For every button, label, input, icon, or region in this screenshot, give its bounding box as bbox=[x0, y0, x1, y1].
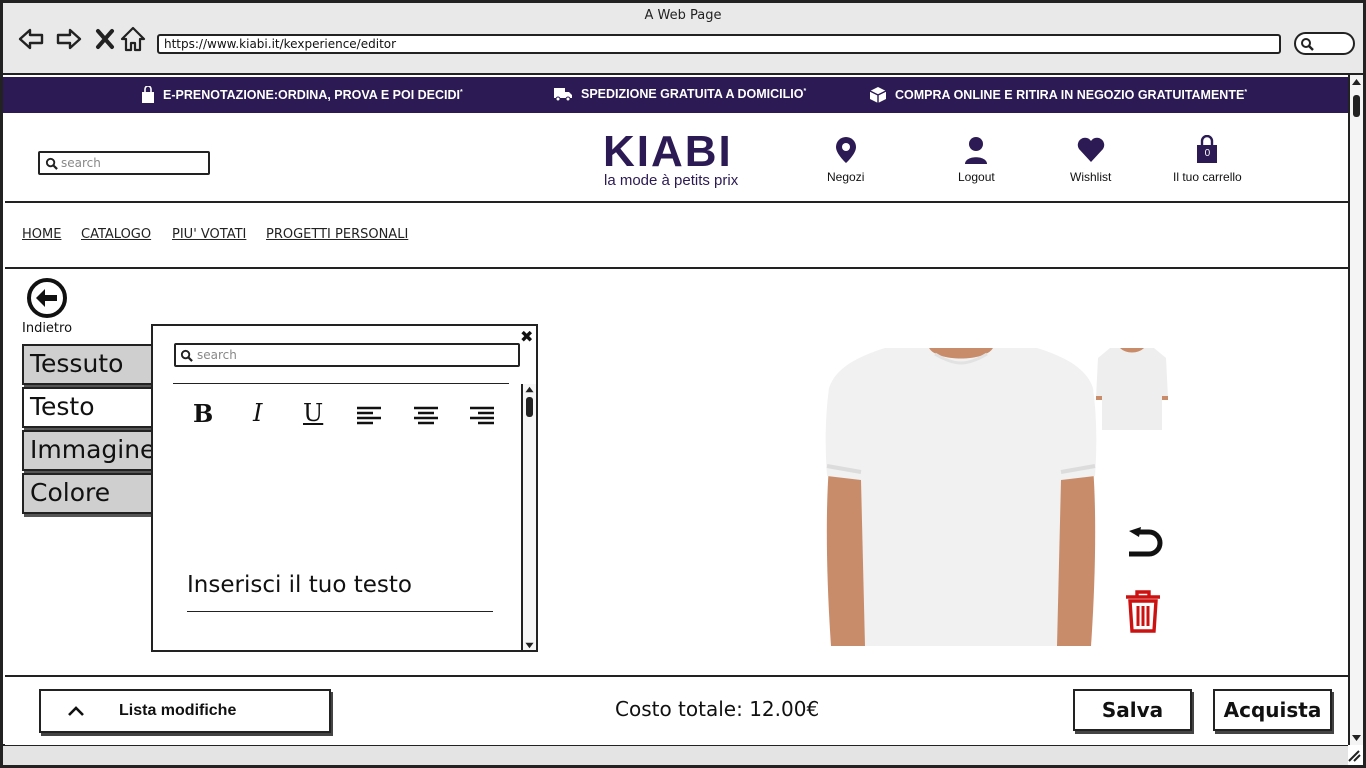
promo-banner: E-PRENOTAZIONE:ORDINA, PROVA E POI DECID… bbox=[3, 77, 1348, 113]
undo-icon[interactable] bbox=[1123, 523, 1167, 567]
modifications-list-button[interactable]: Lista modifiche bbox=[39, 689, 331, 733]
resize-grip-icon[interactable] bbox=[1345, 747, 1363, 763]
total-cost: Costo totale: 12.00€ bbox=[615, 697, 820, 721]
tab-fabric[interactable]: Tessuto bbox=[22, 344, 162, 385]
nav-catalog[interactable]: CATALOGO bbox=[81, 227, 151, 242]
cart-link[interactable]: 0 Il tuo carrello bbox=[1173, 134, 1242, 184]
logo-wordmark: KIABI bbox=[603, 127, 733, 176]
editor-footer: Lista modifiche Costo totale: 12.00€ Sal… bbox=[5, 675, 1348, 745]
vertical-scrollbar[interactable] bbox=[1348, 75, 1363, 745]
wishlist-link[interactable]: Wishlist bbox=[1070, 135, 1111, 184]
promo-shipping: SPEDIZIONE GRATUITA A DOMICILIO* bbox=[553, 86, 806, 102]
browser-window: A Web Page https://www.kiabi.it/kexperie… bbox=[0, 0, 1366, 768]
main-navigation: HOME CATALOGO PIU' VOTATI PROGETTI PERSO… bbox=[5, 201, 1348, 269]
truck-icon bbox=[554, 88, 572, 102]
promo-mark: * bbox=[803, 87, 807, 95]
modifications-label: Lista modifiche bbox=[119, 702, 237, 719]
kiabi-logo[interactable]: KIABI la mode à petits prix bbox=[603, 127, 763, 193]
browser-search-box[interactable] bbox=[1294, 32, 1355, 55]
wishlist-label: Wishlist bbox=[1070, 170, 1112, 184]
search-placeholder: search bbox=[61, 156, 101, 170]
align-left-icon[interactable] bbox=[356, 406, 382, 426]
close-icon[interactable]: ✖ bbox=[520, 327, 533, 346]
nav-personal-projects[interactable]: PROGETTI PERSONALI bbox=[266, 227, 408, 242]
search-icon bbox=[180, 349, 193, 362]
browser-toolbar: A Web Page https://www.kiabi.it/kexperie… bbox=[3, 3, 1363, 75]
nav-top-voted[interactable]: PIU' VOTATI bbox=[172, 227, 246, 242]
tshirt-preview[interactable] bbox=[825, 348, 1097, 646]
window-title: A Web Page bbox=[644, 8, 722, 23]
promo-pickup-text: COMPRA ONLINE E RITIRA IN NEGOZIO GRATUI… bbox=[895, 88, 1245, 102]
url-bar[interactable]: https://www.kiabi.it/kexperience/editor bbox=[157, 34, 1281, 54]
chevron-up-icon bbox=[68, 706, 84, 716]
trash-icon[interactable] bbox=[1123, 589, 1163, 633]
italic-button[interactable]: I bbox=[253, 399, 262, 427]
align-center-icon[interactable] bbox=[413, 406, 439, 426]
promo-mark: * bbox=[1244, 88, 1248, 96]
logout-label: Logout bbox=[958, 170, 995, 184]
panel-scroll-thumb[interactable] bbox=[526, 397, 533, 417]
back-arrow-icon[interactable] bbox=[17, 25, 45, 53]
back-label[interactable]: Indietro bbox=[22, 321, 72, 336]
panel-search-input[interactable]: search bbox=[174, 343, 520, 367]
text-editor-panel: ✖ search B I U Inserisci il tuo testo bbox=[151, 324, 538, 652]
user-icon bbox=[965, 137, 988, 164]
promo-mark: * bbox=[460, 88, 463, 96]
text-input-underline bbox=[187, 611, 493, 612]
scroll-up-icon[interactable] bbox=[1350, 77, 1363, 87]
stores-link[interactable]: Negozi bbox=[827, 135, 864, 184]
underline-button[interactable]: U bbox=[303, 399, 323, 427]
heart-icon bbox=[1077, 137, 1104, 162]
panel-search-placeholder: search bbox=[197, 348, 237, 362]
stop-icon[interactable] bbox=[91, 25, 119, 53]
save-button[interactable]: Salva bbox=[1073, 689, 1192, 731]
map-pin-icon bbox=[835, 137, 856, 163]
home-icon[interactable] bbox=[119, 25, 147, 53]
forward-arrow-icon[interactable] bbox=[55, 25, 83, 53]
promo-pickup: COMPRA ONLINE E RITIRA IN NEGOZIO GRATUI… bbox=[869, 86, 1247, 104]
cart-count: 0 bbox=[1204, 148, 1211, 159]
scroll-down-icon[interactable] bbox=[1350, 733, 1363, 743]
logo-tagline: la mode à petits prix bbox=[604, 172, 739, 189]
promo-reservation: E-PRENOTAZIONE:ORDINA, PROVA E POI DECID… bbox=[141, 86, 463, 104]
status-bar bbox=[3, 744, 1348, 765]
nav-home[interactable]: HOME bbox=[22, 227, 61, 242]
cart-icon: 0 bbox=[1194, 134, 1220, 165]
align-right-icon[interactable] bbox=[469, 406, 495, 426]
tab-image[interactable]: Immagine bbox=[22, 430, 162, 471]
search-icon bbox=[45, 157, 58, 170]
search-icon bbox=[1301, 38, 1314, 51]
tab-text[interactable]: Testo bbox=[22, 387, 162, 428]
bold-button[interactable]: B bbox=[193, 399, 213, 428]
tshirt-back-thumbnail[interactable] bbox=[1096, 348, 1168, 430]
cart-label: Il tuo carrello bbox=[1173, 170, 1242, 184]
scroll-down-icon[interactable] bbox=[523, 641, 536, 650]
tab-color[interactable]: Colore bbox=[22, 473, 162, 514]
scroll-up-icon[interactable] bbox=[523, 385, 536, 394]
logout-link[interactable]: Logout bbox=[958, 135, 995, 184]
promo-reservation-text: E-PRENOTAZIONE:ORDINA, PROVA E POI DECID… bbox=[163, 88, 461, 102]
back-circle-arrow-icon[interactable] bbox=[25, 276, 69, 320]
scroll-thumb[interactable] bbox=[1353, 95, 1360, 117]
site-search-input[interactable]: search bbox=[38, 151, 210, 175]
custom-text-input[interactable]: Inserisci il tuo testo bbox=[187, 572, 412, 598]
panel-divider bbox=[173, 383, 509, 384]
package-icon bbox=[869, 87, 887, 103]
promo-shipping-text: SPEDIZIONE GRATUITA A DOMICILIO bbox=[581, 87, 804, 101]
shopping-bag-icon bbox=[142, 86, 154, 103]
buy-button[interactable]: Acquista bbox=[1213, 689, 1332, 731]
panel-scrollbar[interactable] bbox=[521, 384, 536, 650]
stores-label: Negozi bbox=[827, 170, 865, 184]
